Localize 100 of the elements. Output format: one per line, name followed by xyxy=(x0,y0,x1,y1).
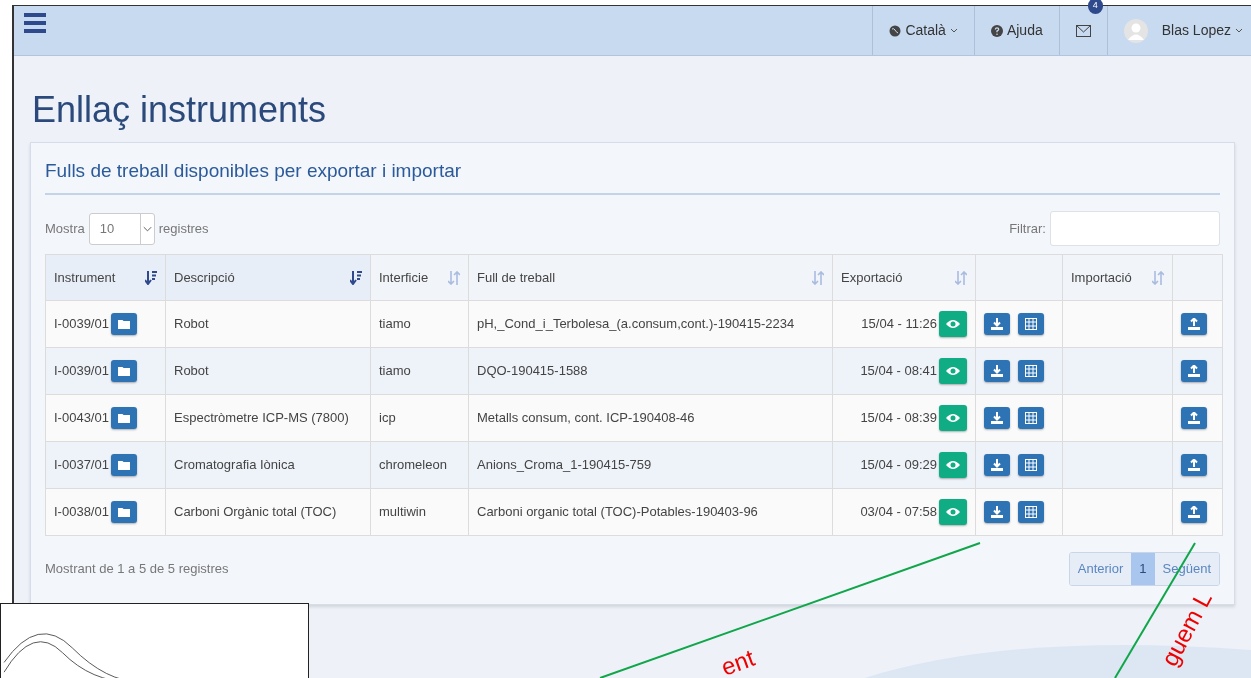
table-cell-text: 15/04 - 09:29 xyxy=(860,456,937,475)
table-cell-text: I-0043/01 xyxy=(54,409,109,428)
caret-icon xyxy=(139,213,154,244)
table-cell: Carboni organic total (TOC)-Potables-190403-96 xyxy=(468,488,833,536)
help-link[interactable]: Ajuda xyxy=(973,6,1059,55)
table-cell-text: I-0039/01 xyxy=(54,362,109,381)
column-header[interactable]: Instrument xyxy=(45,254,166,301)
table-cell: multiwin xyxy=(370,488,469,536)
table-cell: pH,_Cond_i_Terbolesa_(a.consum,cont.)-190415-2234 xyxy=(468,300,833,348)
view-button[interactable] xyxy=(939,499,967,526)
folder-icon xyxy=(117,507,130,518)
folder-button[interactable] xyxy=(110,360,137,383)
grid-button[interactable] xyxy=(1018,501,1044,524)
user-menu[interactable]: Blas Lopez xyxy=(1106,6,1251,55)
annotation-text: ent xyxy=(717,643,759,678)
length-label: Mostra xyxy=(45,219,85,238)
grid-icon xyxy=(1025,506,1037,519)
download-button[interactable] xyxy=(984,501,1010,524)
table-cell: tiamo xyxy=(370,300,469,348)
caret-icon xyxy=(949,27,958,34)
download-icon xyxy=(991,506,1003,519)
menu-icon[interactable] xyxy=(24,12,46,33)
table-cell: Metalls consum, cont. ICP-190408-46 xyxy=(468,394,833,442)
download-button[interactable] xyxy=(984,313,1010,336)
length-label: registres xyxy=(158,219,209,238)
table-cell-text: I-0039/01 xyxy=(54,315,109,334)
grid-icon xyxy=(1025,365,1037,378)
grid-icon xyxy=(1025,412,1037,425)
view-button[interactable] xyxy=(939,311,967,338)
grid-button[interactable] xyxy=(1018,407,1044,430)
table-cell-text: I-0038/01 xyxy=(54,503,109,522)
page-length-select[interactable]: 10 xyxy=(88,212,155,245)
download-button[interactable] xyxy=(984,407,1010,430)
folder-button[interactable] xyxy=(110,501,137,524)
download-icon xyxy=(991,412,1003,425)
upload-icon xyxy=(1188,318,1200,331)
annotation-text: guem L xyxy=(1155,587,1217,671)
column-header[interactable]: Importació xyxy=(1062,254,1173,301)
page-title: Enllaç instruments xyxy=(32,90,328,130)
filter-label: Filtrar: xyxy=(1009,219,1046,238)
eye-icon xyxy=(946,366,960,377)
filter-field[interactable] xyxy=(1050,211,1220,247)
caret-icon xyxy=(1235,27,1243,34)
eye-icon xyxy=(946,507,960,518)
table-cell: Anions_Croma_1-190415-759 xyxy=(468,441,833,489)
sort-icon xyxy=(350,270,362,285)
table-cell: Robot xyxy=(165,347,371,395)
upload-button[interactable] xyxy=(1181,313,1207,336)
table-cell: DQO-190415-1588 xyxy=(468,347,833,395)
view-button[interactable] xyxy=(939,405,967,432)
language-menu[interactable]: Català xyxy=(872,6,974,55)
table-cell: Cromatografia Iònica xyxy=(165,441,371,489)
sort-icon xyxy=(1152,270,1164,285)
eye-icon xyxy=(946,413,960,424)
table-cell-text: 15/04 - 11:26 xyxy=(861,315,937,334)
folder-button[interactable] xyxy=(110,407,137,430)
view-button[interactable] xyxy=(939,452,967,479)
folder-icon xyxy=(117,319,130,330)
sort-icon xyxy=(955,270,967,285)
download-button[interactable] xyxy=(984,454,1010,477)
upload-button[interactable] xyxy=(1181,501,1207,524)
panel-title: Fulls de treball disponibles per exportar i importar xyxy=(45,156,1220,196)
download-icon xyxy=(991,459,1003,472)
sort-icon xyxy=(448,270,460,285)
upload-button[interactable] xyxy=(1181,360,1207,383)
table-cell: Espectròmetre ICP-MS (7800) xyxy=(165,394,371,442)
table-info: Mostrant de 1 a 5 de 5 registres xyxy=(45,560,229,579)
upload-icon xyxy=(1188,365,1200,378)
table-cell-text: 15/04 - 08:39 xyxy=(860,409,937,428)
download-button[interactable] xyxy=(984,360,1010,383)
view-button[interactable] xyxy=(939,358,967,385)
sort-icon xyxy=(145,270,157,285)
grid-button[interactable] xyxy=(1018,360,1044,383)
folder-button[interactable] xyxy=(110,454,137,477)
upload-icon xyxy=(1188,412,1200,425)
table-cell: Robot xyxy=(165,300,371,348)
folder-button[interactable] xyxy=(110,313,137,336)
upload-button[interactable] xyxy=(1181,407,1207,430)
eye-icon xyxy=(946,319,960,330)
pagination-link[interactable]: 1 xyxy=(1131,553,1155,585)
folder-icon xyxy=(117,413,130,424)
upload-button[interactable] xyxy=(1181,454,1207,477)
table-cell: tiamo xyxy=(370,347,469,395)
notification-badge: 4 xyxy=(1087,0,1103,14)
envelope-icon[interactable] xyxy=(1075,24,1091,37)
table-cell-text: 03/04 - 07:58 xyxy=(860,503,937,522)
column-header[interactable]: Descripció xyxy=(165,254,371,301)
grid-icon xyxy=(1025,459,1037,472)
download-icon xyxy=(991,365,1003,378)
column-header[interactable]: Interficie xyxy=(370,254,469,301)
upload-icon xyxy=(1188,459,1200,472)
grid-button[interactable] xyxy=(1018,313,1044,336)
grid-icon xyxy=(1025,318,1037,331)
column-header[interactable]: Exportació xyxy=(832,254,976,301)
upload-icon xyxy=(1188,506,1200,519)
grid-button[interactable] xyxy=(1018,454,1044,477)
column-header[interactable]: Full de treball xyxy=(468,254,833,301)
folder-icon xyxy=(117,366,130,377)
table-cell: icp xyxy=(370,394,469,442)
help-icon xyxy=(990,24,1003,37)
